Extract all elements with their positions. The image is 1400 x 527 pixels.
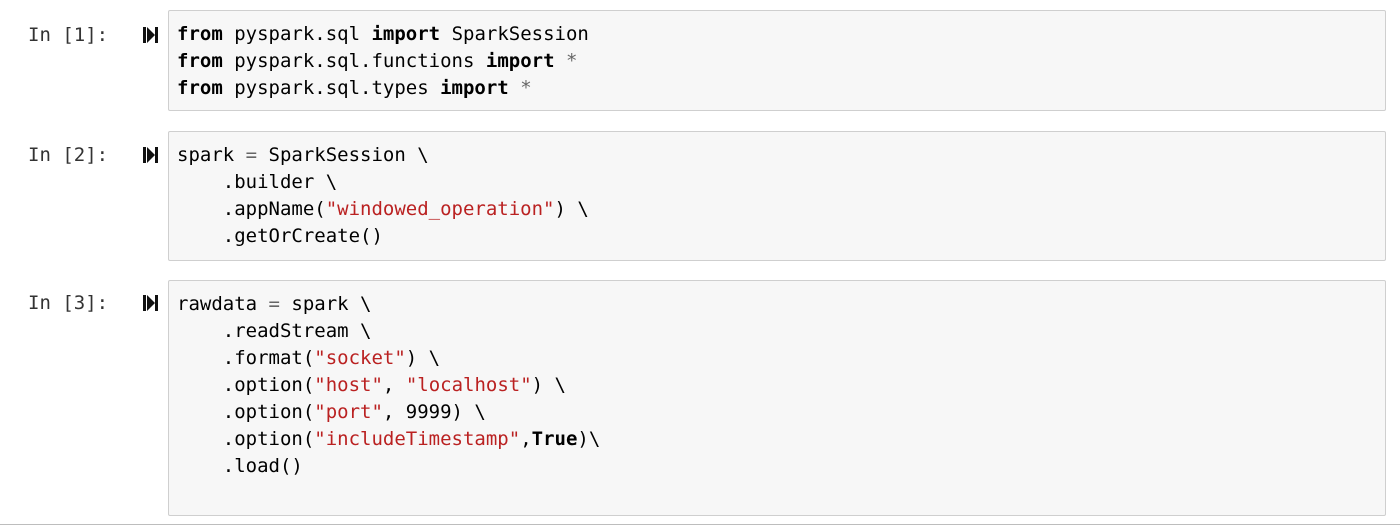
code-cell-2[interactable]: In [2]: spark = SparkSession \ .builder … [0, 120, 1400, 270]
code-keyword: from [177, 23, 223, 45]
code-line: .appName("windowed_operation") \ [177, 196, 1377, 223]
code-text: .getOrCreate() [177, 225, 383, 247]
code-cell-1[interactable]: In [1]: from pyspark.sql import SparkSes… [0, 0, 1400, 120]
code-line: .option("host", "localhost") \ [177, 372, 1377, 399]
code-text: .load() [177, 455, 303, 477]
code-text: ) \ [405, 347, 441, 369]
code-line: .getOrCreate() [177, 223, 1377, 250]
code-lines: rawdata = spark \ .readStream \ .format(… [177, 291, 1377, 480]
notebook: In [1]: from pyspark.sql import SparkSes… [0, 0, 1400, 527]
code-text: .option( [177, 374, 315, 396]
code-string: "socket" [314, 347, 406, 369]
code-line: rawdata = spark \ [177, 291, 1377, 318]
code-line: from pyspark.sql.types import * [177, 75, 1377, 102]
cell-prompt: In [1]: [28, 24, 109, 46]
code-line: .readStream \ [177, 318, 1377, 345]
code-text: .builder \ [177, 171, 338, 193]
code-input[interactable]: rawdata = spark \ .readStream \ .format(… [168, 280, 1386, 516]
code-line: from pyspark.sql.functions import * [177, 48, 1377, 75]
code-text: , 9999) \ [382, 401, 486, 423]
code-string: "host" [314, 374, 383, 396]
code-text: SparkSession [440, 23, 589, 45]
code-line: from pyspark.sql import SparkSession [177, 21, 1377, 48]
code-text: .option( [177, 428, 315, 450]
code-keyword: import [371, 23, 441, 45]
code-string: "localhost" [405, 374, 532, 396]
code-text: pyspark.sql.types [222, 77, 441, 99]
run-cell-icon[interactable] [143, 26, 159, 44]
code-keyword: from [177, 77, 223, 99]
code-string: "includeTimestamp" [314, 428, 521, 450]
code-text: pyspark.sql.functions [222, 50, 486, 72]
code-text: pyspark.sql [222, 23, 372, 45]
code-line: .option("includeTimestamp",True)\ [177, 426, 1377, 453]
code-operator: = [268, 293, 280, 315]
code-text: .appName( [177, 198, 326, 220]
code-text: ) \ [554, 198, 589, 220]
code-keyword: from [177, 50, 223, 72]
code-text: , [520, 428, 532, 450]
code-operator: = [245, 144, 258, 166]
code-line: .load() [177, 453, 1377, 480]
code-text: SparkSession \ [257, 144, 429, 166]
run-cell-icon[interactable] [143, 294, 159, 312]
code-input[interactable]: from pyspark.sql import SparkSession from… [168, 10, 1386, 111]
code-line: .option("port", 9999) \ [177, 399, 1377, 426]
code-text: .option( [177, 401, 315, 423]
code-text: rawdata [177, 293, 269, 315]
code-operator: * [565, 50, 578, 72]
code-text: spark [177, 144, 246, 166]
code-string: "port" [314, 401, 383, 423]
cell-prompt: In [3]: [28, 292, 109, 314]
code-line: spark = SparkSession \ [177, 142, 1377, 169]
code-text: ) \ [531, 374, 566, 396]
run-cell-icon[interactable] [143, 146, 159, 164]
code-input[interactable]: spark = SparkSession \ .builder \ .appNa… [168, 131, 1386, 261]
code-line: .format("socket") \ [177, 345, 1377, 372]
code-cell-3[interactable]: In [3]: rawdata = spark \ .readStream \ … [0, 270, 1400, 520]
code-operator: * [520, 77, 532, 99]
code-keyword: import [440, 77, 509, 99]
code-text: .format( [177, 347, 315, 369]
code-text: )\ [577, 428, 601, 450]
code-lines: spark = SparkSession \ .builder \ .appNa… [177, 142, 1377, 250]
code-text: spark \ [279, 293, 372, 315]
code-string: "windowed_operation" [325, 198, 555, 220]
code-text: .readStream \ [177, 320, 372, 342]
code-line: .builder \ [177, 169, 1377, 196]
code-text: , [382, 374, 406, 396]
code-keyword: True [531, 428, 578, 450]
notebook-bottom-border [0, 524, 1400, 525]
code-lines: from pyspark.sql import SparkSession from… [177, 21, 1377, 102]
code-keyword: import [485, 50, 555, 72]
cell-prompt: In [2]: [28, 144, 109, 166]
